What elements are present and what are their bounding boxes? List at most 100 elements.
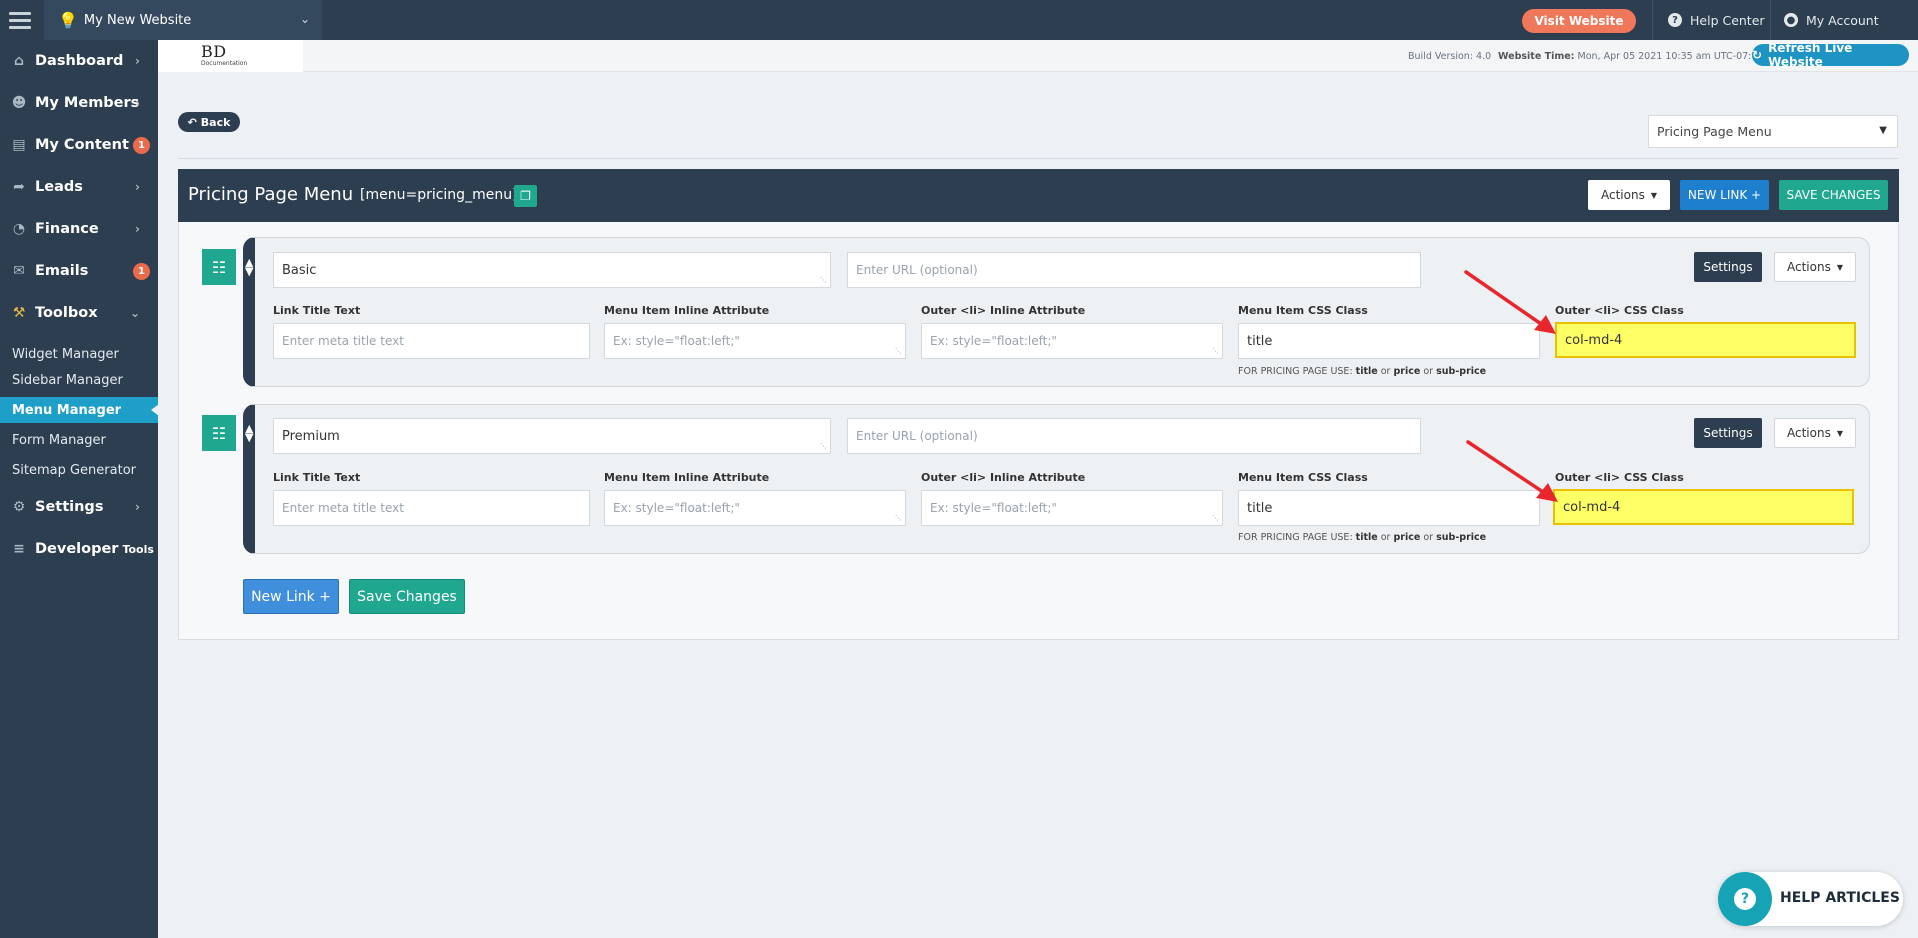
hint-title: title bbox=[1355, 532, 1378, 543]
sidebar-subitem-sitemap-generator[interactable]: Sitemap Generator bbox=[0, 457, 158, 483]
build-version: Build Version: 4.0 bbox=[1408, 51, 1492, 62]
resize-grip-icon: ⋱ bbox=[820, 442, 827, 450]
sidebar-subitem-sidebar-manager[interactable]: Sidebar Manager bbox=[0, 367, 158, 393]
site-selector[interactable]: 💡 My New Website ⌄ bbox=[44, 0, 322, 40]
annotation-arrow-icon bbox=[1466, 440, 1558, 502]
lightbulb-icon: 💡 bbox=[58, 10, 78, 30]
hamburger-menu-icon[interactable] bbox=[0, 0, 40, 40]
menu-select-value: Pricing Page Menu bbox=[1657, 124, 1772, 139]
hint-prefix: FOR PRICING PAGE USE: bbox=[1238, 532, 1353, 543]
menu-item-name-value: Basic bbox=[282, 262, 317, 278]
sort-handle-icon[interactable]: ▲ ▼ bbox=[245, 423, 253, 443]
outer-li-css-input[interactable]: col-md-4 bbox=[1553, 489, 1854, 525]
gear-icon: ⚙ bbox=[12, 499, 26, 515]
sidebar-item-label: Dashboard bbox=[35, 53, 124, 69]
hint-title: title bbox=[1355, 366, 1378, 377]
url-input[interactable]: Enter URL (optional) bbox=[847, 418, 1421, 454]
link-title-label: Link Title Text bbox=[273, 471, 361, 484]
sitemap-icon[interactable]: ☷ bbox=[202, 415, 236, 451]
save-changes-button[interactable]: SAVE CHANGES bbox=[1779, 180, 1888, 210]
panel-actions-button[interactable]: Actions ▼ bbox=[1588, 180, 1670, 210]
menu-item-name-input[interactable]: Basic ⋱ bbox=[273, 252, 831, 288]
chevron-right-icon: › bbox=[135, 96, 140, 110]
hint-or: or bbox=[1380, 532, 1391, 543]
back-button[interactable]: ↶ Back bbox=[178, 112, 240, 132]
website-time-value: Mon, Apr 05 2021 10:35 am UTC-07:00 bbox=[1577, 51, 1764, 62]
sidebar-item-my-content[interactable]: ▤ My Content 1 bbox=[0, 124, 158, 166]
sort-handle-icon[interactable]: ▲ ▼ bbox=[245, 257, 253, 277]
placeholder-text: Ex: style="float:left;" bbox=[930, 501, 1057, 515]
sidebar-item-leads[interactable]: ➦ Leads › bbox=[0, 166, 158, 208]
sidebar-item-label: Emails bbox=[35, 263, 89, 279]
logo: BD bbox=[201, 42, 227, 61]
hint-or: or bbox=[1423, 366, 1434, 377]
help-center-link[interactable]: ? Help Center bbox=[1668, 0, 1765, 40]
notification-badge: 1 bbox=[133, 262, 150, 280]
outer-li-inline-input[interactable]: Ex: style="float:left;" ⋱ bbox=[921, 490, 1223, 526]
resize-grip-icon: ⋱ bbox=[1212, 514, 1219, 522]
sidebar-item-my-members[interactable]: ☻ My Members › bbox=[0, 82, 158, 124]
help-articles-label[interactable]: HELP ARTICLES bbox=[1780, 890, 1900, 906]
menu-select-dropdown[interactable]: Pricing Page Menu ▼ bbox=[1648, 115, 1898, 148]
sidebar-item-label: My Members bbox=[35, 95, 140, 111]
outer-li-css-label: Outer <li> CSS Class bbox=[1555, 471, 1684, 484]
back-arrow-icon: ↶ bbox=[187, 115, 197, 129]
refresh-live-website-button[interactable]: ↻ Refresh Live Website bbox=[1752, 41, 1909, 69]
placeholder-text: Ex: style="float:left;" bbox=[613, 501, 740, 515]
sidebar-subitem-menu-manager[interactable]: Menu Manager bbox=[0, 397, 159, 423]
sidebar-subitem-widget-manager[interactable]: Widget Manager bbox=[0, 341, 158, 367]
hint-price: price bbox=[1393, 532, 1421, 543]
my-account-link[interactable]: ● My Account bbox=[1784, 0, 1879, 40]
sitemap-icon[interactable]: ☷ bbox=[202, 249, 236, 285]
sidebar-item-dashboard[interactable]: ⌂ Dashboard › bbox=[0, 40, 158, 82]
chevron-right-icon: › bbox=[135, 500, 140, 514]
sidebar-item-finance[interactable]: ◔ Finance › bbox=[0, 208, 158, 250]
link-title-input[interactable]: Enter meta title text bbox=[273, 323, 590, 359]
sidebar-item-label: Settings bbox=[35, 499, 104, 515]
link-title-label: Link Title Text bbox=[273, 304, 361, 317]
outer-li-inline-input[interactable]: Ex: style="float:left;" ⋱ bbox=[921, 323, 1223, 359]
sidebar-item-developer-tools[interactable]: ≡ Developer Tools bbox=[0, 528, 158, 570]
refresh-label: Refresh Live Website bbox=[1768, 41, 1853, 69]
sidebar-item-label: Developer bbox=[35, 541, 119, 557]
menu-item-inline-input[interactable]: Ex: style="float:left;" ⋱ bbox=[604, 490, 906, 526]
caret-down-icon: ▼ bbox=[1836, 428, 1843, 438]
bottom-save-changes-button[interactable]: Save Changes bbox=[349, 579, 465, 614]
bottom-new-link-button[interactable]: New Link + bbox=[243, 579, 339, 614]
placeholder-text: Ex: style="float:left;" bbox=[930, 334, 1057, 348]
url-input[interactable]: Enter URL (optional) bbox=[847, 252, 1421, 288]
outer-li-css-input[interactable]: col-md-4 bbox=[1555, 322, 1856, 358]
item-actions-button[interactable]: Actions ▼ bbox=[1774, 252, 1856, 282]
new-link-button[interactable]: NEW LINK + bbox=[1680, 180, 1769, 210]
divider bbox=[1770, 0, 1771, 40]
sidebar-item-toolbox[interactable]: ⚒ Toolbox ⌄ bbox=[0, 292, 158, 334]
sidebar-item-settings[interactable]: ⚙ Settings › bbox=[0, 486, 158, 528]
link-title-input[interactable]: Enter meta title text bbox=[273, 490, 590, 526]
panel-title: Pricing Page Menu bbox=[188, 184, 354, 205]
help-icon[interactable]: ? bbox=[1718, 872, 1772, 926]
settings-button[interactable]: Settings bbox=[1694, 418, 1762, 448]
logo-area[interactable] bbox=[158, 40, 303, 72]
sidebar-item-label: Finance bbox=[35, 221, 99, 237]
item-actions-button[interactable]: Actions ▼ bbox=[1774, 418, 1856, 448]
caret-down-icon: ▼ bbox=[1650, 190, 1657, 200]
share-icon: ➦ bbox=[13, 179, 25, 195]
logo-subtitle: Documentation bbox=[201, 60, 248, 67]
settings-button[interactable]: Settings bbox=[1694, 252, 1762, 282]
copy-shortcode-icon[interactable]: ❐ bbox=[514, 185, 537, 207]
visit-website-button[interactable]: Visit Website bbox=[1522, 9, 1636, 33]
home-icon: ⌂ bbox=[13, 53, 25, 69]
pricing-hint: FOR PRICING PAGE USE: title or price or … bbox=[1238, 532, 1486, 543]
notification-badge: 1 bbox=[133, 136, 150, 154]
hint-or: or bbox=[1380, 366, 1391, 377]
sidebar-subitem-form-manager[interactable]: Form Manager bbox=[0, 427, 158, 453]
resize-grip-icon: ⋱ bbox=[1212, 347, 1219, 355]
sidebar-item-label: Toolbox bbox=[35, 305, 98, 321]
menu-item-name-input[interactable]: Premium ⋱ bbox=[273, 418, 831, 454]
menu-item-inline-input[interactable]: Ex: style="float:left;" ⋱ bbox=[604, 323, 906, 359]
actions-label: Actions bbox=[1601, 188, 1645, 202]
divider bbox=[1652, 0, 1653, 40]
help-center-label: Help Center bbox=[1690, 12, 1765, 28]
sidebar-item-emails[interactable]: ✉ Emails 1 bbox=[0, 250, 158, 292]
back-label: Back bbox=[200, 115, 231, 129]
